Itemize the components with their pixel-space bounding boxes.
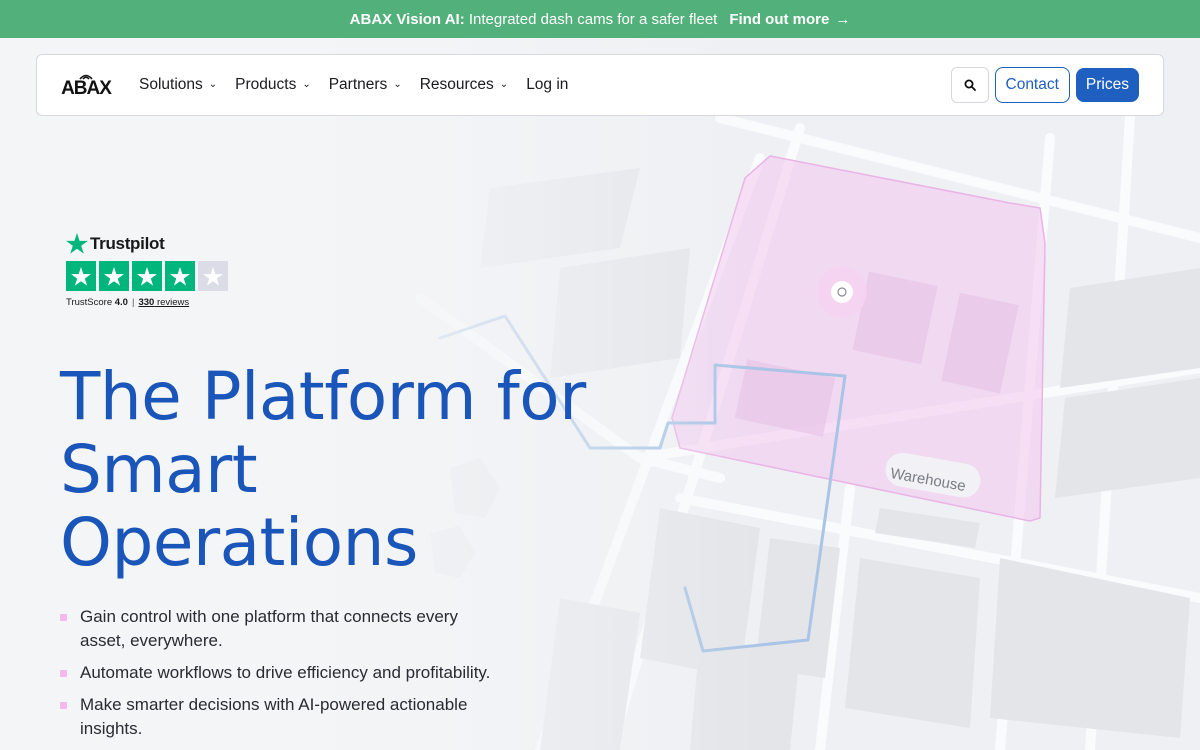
rating-star-icon [99, 261, 129, 291]
hero-title-line: The Platform for [60, 358, 586, 435]
nav-item-label: Resources [419, 76, 494, 93]
reviews-label: reviews [156, 297, 190, 308]
search-icon [964, 79, 976, 91]
hero-bullet: Make smarter decisions with AI-powered a… [60, 693, 500, 741]
chevron-down-icon: ⌄ [393, 78, 402, 90]
score-separator: | [131, 297, 135, 308]
trustpilot-rating-stars [66, 261, 228, 291]
trustpilot-star-icon [66, 233, 88, 254]
rating-star-icon [165, 261, 195, 291]
trustpilot-widget[interactable]: Trustpilot TrustScore 4.0 | 330 reviews [66, 233, 228, 308]
hero-bullet: Gain control with one platform that conn… [60, 605, 500, 653]
announcement-text: Integrated dash cams for a safer fleet [468, 10, 718, 28]
find-out-more-link[interactable]: Find out more → [729, 11, 850, 28]
main-nav: Solutions ⌄ Products ⌄ Partners ⌄ Resour… [139, 76, 586, 94]
nav-item-label: Partners [328, 76, 388, 93]
trustpilot-brand: Trustpilot [90, 233, 165, 253]
nav-item-partners[interactable]: Partners ⌄ [329, 76, 402, 94]
trustpilot-logo: Trustpilot [66, 233, 228, 254]
hero-title: The Platform for Smart Operations [60, 360, 680, 579]
nav-item-label: Products [235, 76, 297, 93]
site-header: ABAX Solutions ⌄ Products ⌄ Partners ⌄ R… [36, 54, 1164, 116]
nav-item-products[interactable]: Products ⌄ [235, 76, 311, 94]
chevron-down-icon: ⌄ [208, 78, 218, 90]
contact-button[interactable]: Contact [994, 67, 1070, 103]
trustpilot-score-line: TrustScore 4.0 | 330 reviews [66, 297, 228, 308]
rating-star-icon [132, 261, 162, 291]
arrow-right-icon: → [835, 10, 851, 28]
hero-bullet-list: Gain control with one platform that conn… [60, 605, 500, 749]
announcement-bar: ABAX Vision AI: Integrated dash cams for… [0, 0, 1200, 38]
rating-star-empty-icon [198, 261, 228, 291]
find-out-more-label: Find out more [729, 10, 830, 28]
reviews-link[interactable]: 330 reviews [138, 297, 189, 308]
prices-button[interactable]: Prices [1075, 68, 1139, 102]
trustscore-value: 4.0 [114, 297, 128, 308]
header-actions: Contact Prices [950, 67, 1139, 103]
nav-item-resources[interactable]: Resources ⌄ [420, 76, 508, 94]
nav-item-login[interactable]: Log in [526, 76, 568, 94]
nav-item-label: Solutions [139, 76, 203, 93]
search-button[interactable] [950, 67, 989, 103]
hero-title-line: Operations [60, 504, 418, 581]
nav-item-label: Log in [526, 76, 569, 93]
logo-text: ABAX [61, 78, 112, 99]
chevron-down-icon: ⌄ [499, 78, 509, 90]
rating-star-icon [66, 261, 96, 291]
trustscore-label: TrustScore [66, 297, 113, 308]
announcement-brand: ABAX Vision AI: [349, 10, 465, 28]
nav-item-solutions[interactable]: Solutions ⌄ [139, 76, 217, 94]
chevron-down-icon: ⌄ [302, 78, 311, 90]
hero-bullet: Automate workflows to drive efficiency a… [60, 661, 500, 685]
abax-logo[interactable]: ABAX [61, 72, 112, 99]
hero-title-line: Smart [60, 431, 258, 508]
logo-signal-icon [79, 74, 93, 80]
reviews-count: 330 [138, 297, 155, 308]
